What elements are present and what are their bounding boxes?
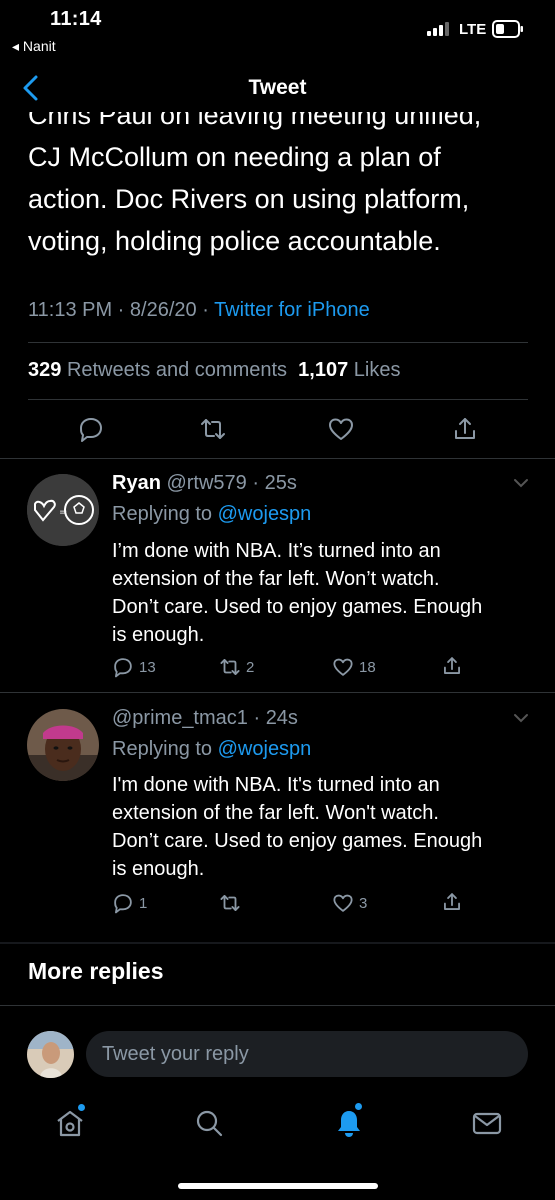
status-time: 11:14 xyxy=(50,8,102,30)
tweet-date: 8/26/20 xyxy=(129,299,197,321)
comment-icon[interactable] xyxy=(77,415,105,443)
divider xyxy=(0,458,555,459)
tweet-text: Chris Paul on leaving meeting unified, C… xyxy=(28,112,548,268)
reply-retweet-button[interactable] xyxy=(219,892,246,914)
avatar[interactable] xyxy=(27,709,99,781)
notifications-dot xyxy=(355,1103,362,1110)
tweet-text-line: Chris Paul on leaving meeting unified, xyxy=(28,112,482,130)
avatar[interactable]: = xyxy=(27,474,99,546)
back-to-app-link[interactable]: ◂ Nanit xyxy=(12,38,56,55)
share-icon[interactable] xyxy=(441,891,463,913)
share-icon[interactable] xyxy=(451,415,479,443)
more-replies-heading: More replies xyxy=(28,958,164,984)
reply-text: I'm done with NBA. It's turned into an e… xyxy=(112,774,483,880)
retweet-count-link[interactable]: 329 Retweets and comments xyxy=(28,359,287,381)
reply-like-button[interactable]: 3 xyxy=(332,892,367,914)
reply-header: @prime_tmac1 · 24s xyxy=(112,707,298,729)
divider xyxy=(0,692,555,693)
replying-to: Replying to @wojespn xyxy=(112,503,312,525)
chevron-down-icon[interactable] xyxy=(512,711,530,725)
tweet-text-line: CJ McCollum on needing a plan of xyxy=(28,142,441,172)
reply-header: Ryan @rtw579 · 25s xyxy=(112,472,297,494)
reply-handle[interactable]: @prime_tmac1 xyxy=(112,707,248,729)
home-indicator[interactable] xyxy=(178,1183,378,1189)
divider xyxy=(28,399,528,400)
page-title: Tweet xyxy=(248,76,307,99)
reply-like-button[interactable]: 18 xyxy=(332,656,376,678)
messages-icon[interactable] xyxy=(471,1107,503,1139)
chevron-down-icon[interactable] xyxy=(512,476,530,490)
reply-comment-button[interactable]: 13 xyxy=(112,656,156,678)
retweet-icon[interactable] xyxy=(199,415,227,443)
search-icon[interactable] xyxy=(193,1107,225,1139)
reply-retweet-button[interactable]: 2 xyxy=(219,656,254,678)
divider xyxy=(0,942,555,944)
avatar[interactable] xyxy=(27,1031,74,1078)
replying-to-link[interactable]: @wojespn xyxy=(218,738,312,760)
tweet-timestamp: 11:13 PM · 8/26/20 · Twitter for iPhone xyxy=(28,299,370,321)
like-icon[interactable] xyxy=(327,415,355,443)
reply-text: I’m done with NBA. It’s turned into an e… xyxy=(112,540,483,646)
reply-age: 25s xyxy=(264,472,297,494)
tweet-engagement-counts: 329 Retweets and comments 1,107 Likes xyxy=(28,359,401,382)
reply-display-name[interactable]: Ryan xyxy=(112,472,161,494)
divider xyxy=(28,342,528,343)
home-notification-dot xyxy=(78,1104,85,1111)
network-type: LTE xyxy=(459,21,487,38)
signal-icon xyxy=(427,22,453,36)
reply-input[interactable]: Tweet your reply xyxy=(86,1031,528,1077)
tweet-time: 11:13 PM xyxy=(28,299,113,321)
replying-to-link[interactable]: @wojespn xyxy=(218,503,312,525)
reply-handle[interactable]: @rtw579 xyxy=(166,472,246,494)
battery-icon xyxy=(492,20,524,38)
replying-to: Replying to @wojespn xyxy=(112,738,312,760)
reply-comment-button[interactable]: 1 xyxy=(112,892,147,914)
share-icon[interactable] xyxy=(441,655,463,677)
likes-count-link[interactable]: 1,107 Likes xyxy=(298,359,400,381)
tweet-text-line: action. Doc Rivers on using platform, xyxy=(28,184,470,214)
divider xyxy=(0,1005,555,1006)
tweet-client-link[interactable]: Twitter for iPhone xyxy=(214,299,370,321)
home-icon[interactable] xyxy=(54,1107,86,1139)
notifications-icon[interactable] xyxy=(333,1107,365,1139)
reply-age: 24s xyxy=(265,707,298,729)
tweet-text-line: voting, holding police accountable. xyxy=(28,226,441,256)
